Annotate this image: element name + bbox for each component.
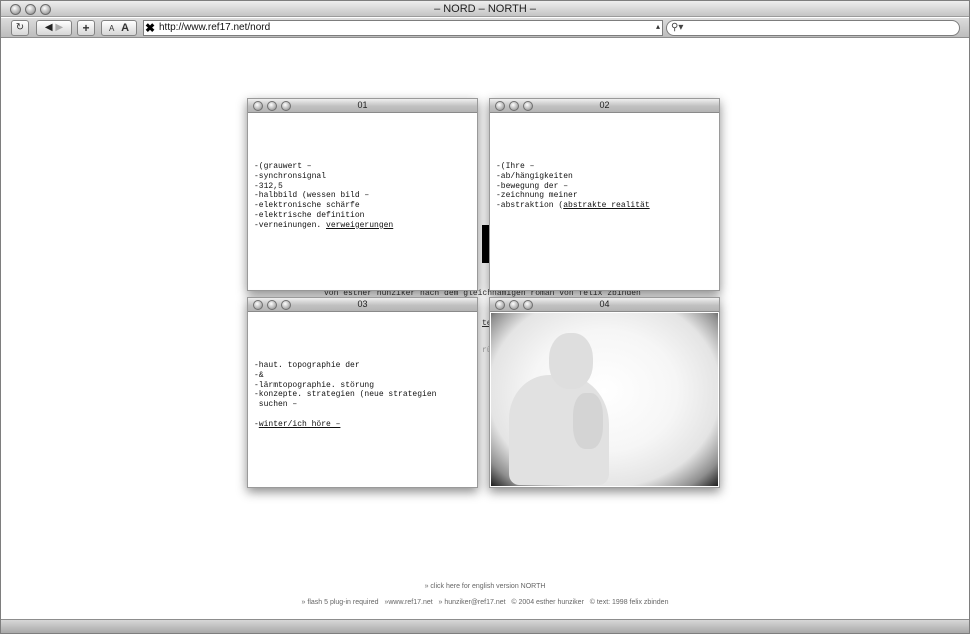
forward-arrow-icon[interactable]: ▶ — [55, 22, 63, 33]
address-bar[interactable]: ✖ http://www.ref17.net/nord ▴ — [143, 20, 663, 36]
panel-line: -verneinungen. — [254, 220, 327, 230]
panel-window-01[interactable]: 01 -(grauwert – -synchronsignal -312,5 -hal… — [247, 98, 478, 291]
panel-line: -haut. topographie der — [254, 361, 360, 370]
panel-line — [254, 410, 436, 420]
panel-title-bar[interactable]: 04 — [490, 298, 719, 312]
verweigerungen-link[interactable]: verweigerungen — [326, 221, 393, 230]
photo-figure-hand — [573, 393, 603, 449]
back-arrow-icon[interactable]: ◀ — [45, 22, 53, 33]
window-title: – NORD – NORTH – — [434, 3, 536, 15]
text-smaller-button[interactable]: A — [109, 24, 114, 33]
email-link[interactable]: » hunziker@ref17.net — [439, 599, 506, 606]
panel-line: -ab/hängigkeiten — [496, 171, 573, 181]
panel-title-bar[interactable]: 03 — [248, 298, 477, 312]
panel-line: -konzepte. strategien (neue strategien — [254, 390, 437, 400]
english-version-link[interactable]: » click here for english version NORTH — [4, 583, 966, 590]
panel-text: -haut. topographie der -& -lärmtopographie… — [254, 361, 436, 430]
panel-line: -312,5 — [254, 181, 283, 191]
panel-number: 02 — [599, 100, 610, 110]
winter-ich-hoere-link[interactable]: winter/ich höre – — [259, 420, 341, 429]
browser-window: – NORD – NORTH – ↻ ◀ ▶ + A A ✖ http://ww… — [0, 0, 970, 634]
status-bar — [1, 619, 969, 633]
panel-line: -synchronsignal — [254, 171, 327, 181]
search-field[interactable]: ⚲▾ — [666, 20, 960, 36]
page-content: von esther hunziker nach dem gleichnamig… — [4, 39, 966, 619]
text-credit: © text: 1998 felix zbinden — [589, 599, 669, 606]
reload-button[interactable]: ↻ — [11, 20, 29, 36]
footer-info: » flash 5 plug-in required »www.ref17.ne… — [4, 599, 966, 606]
panel-line: -(Ihre – — [496, 162, 535, 171]
title-bar[interactable]: – NORD – NORTH – — [1, 1, 969, 17]
panel-text: -(Ihre – -ab/hängigkeiten -bewegung der – -… — [496, 162, 650, 211]
panel-title-bar[interactable]: 02 — [490, 99, 719, 113]
panel-line: -(grauwert – — [254, 162, 312, 171]
panel-number: 01 — [357, 100, 368, 110]
add-bookmark-button[interactable]: + — [77, 20, 95, 36]
text-larger-button[interactable]: A — [121, 22, 129, 34]
site-link[interactable]: »www.ref17.net — [384, 599, 432, 606]
panel-line: -bewegung der – — [496, 181, 569, 191]
foggy-person-photo[interactable] — [491, 313, 718, 486]
panel-title-bar[interactable]: 01 — [248, 99, 477, 113]
panel-line: -elektronische schärfe — [254, 201, 360, 211]
panel-line: suchen – — [254, 400, 298, 410]
abstrakte-realitaet-link[interactable]: abstrakte realität — [563, 201, 649, 210]
panel-window-02[interactable]: 02 -(Ihre – -ab/hängigkeiten -bewegung der… — [489, 98, 720, 291]
panel-window-03[interactable]: 03 -haut. topographie der -& -lärmtopograp… — [247, 297, 478, 488]
panel-text: -(grauwert – -synchronsignal -312,5 -halbbi… — [254, 162, 393, 231]
panel-line: -lärmtopographie. störung — [254, 380, 375, 390]
flash-requirement-note: » flash 5 plug-in required — [301, 599, 379, 606]
address-dropdown-icon[interactable]: ▴ — [656, 22, 660, 31]
panel-line: -elektrische definition — [254, 210, 365, 220]
text-size-control: A A — [101, 20, 137, 36]
url-text[interactable]: http://www.ref17.net/nord — [159, 22, 270, 33]
panel-line: -halbbild (wessen bild – — [254, 191, 370, 201]
panel-line: -& — [254, 370, 264, 380]
panel-line: -abstraktion ( — [496, 201, 564, 211]
search-icon[interactable]: ⚲▾ — [671, 21, 683, 35]
panel-number: 04 — [599, 299, 610, 309]
stop-loading-icon[interactable]: ✖ — [145, 21, 155, 35]
reload-icon: ↻ — [15, 22, 25, 33]
photo-figure-head — [549, 333, 593, 389]
browser-toolbar: ↻ ◀ ▶ + A A ✖ http://www.ref17.net/nord … — [1, 18, 969, 38]
back-forward-control[interactable]: ◀ ▶ — [36, 20, 72, 36]
copyright-text: © 2004 esther hunziker — [511, 599, 584, 606]
panel-window-04[interactable]: 04 — [489, 297, 720, 488]
panel-number: 03 — [357, 299, 368, 309]
panel-line: -zeichnung meiner — [496, 191, 578, 201]
